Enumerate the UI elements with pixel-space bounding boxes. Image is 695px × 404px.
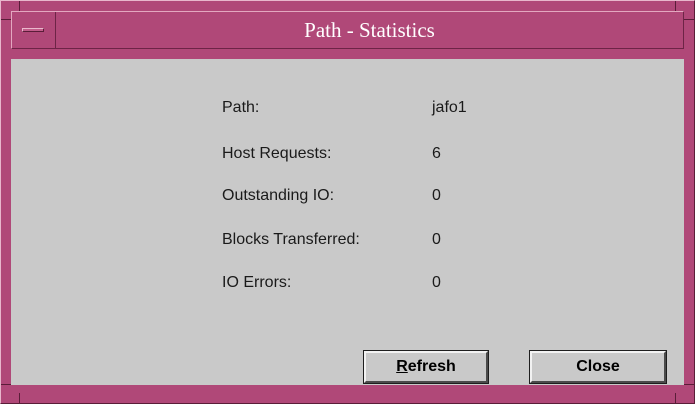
frame-corner-notch — [19, 1, 20, 11]
stat-value: jafo1 — [432, 99, 467, 116]
window-menu-button[interactable] — [12, 12, 56, 48]
refresh-button[interactable]: Refresh — [363, 350, 489, 384]
close-button[interactable]: Close — [529, 350, 667, 384]
refresh-mnemonic: R — [396, 358, 408, 375]
stat-label: Host Requests: — [222, 145, 332, 162]
frame-corner-notch — [684, 384, 694, 385]
title-bar[interactable]: Path - Statistics — [11, 11, 684, 49]
frame-corner-notch — [675, 1, 676, 11]
stat-value: 0 — [432, 231, 441, 248]
dialog-window: Path - Statistics Path: jafo1 Host Reque… — [0, 0, 695, 404]
stat-value: 6 — [432, 145, 441, 162]
stat-value: 0 — [432, 187, 441, 204]
stat-label: Blocks Transferred: — [222, 231, 360, 248]
frame-corner-notch — [675, 393, 676, 403]
frame-corner-notch — [1, 19, 11, 20]
stat-value: 0 — [432, 274, 441, 291]
refresh-label: efresh — [407, 358, 456, 375]
frame-corner-notch — [1, 384, 11, 385]
window-menu-icon — [22, 28, 44, 32]
frame-corner-notch — [684, 19, 694, 20]
window-title: Path - Statistics — [304, 18, 435, 42]
stat-label: Path: — [222, 99, 260, 116]
stat-label: Outstanding IO: — [222, 187, 335, 204]
frame-corner-notch — [19, 393, 20, 403]
stat-label: IO Errors: — [222, 274, 292, 291]
dialog-content: Path: jafo1 Host Requests: 6 Outstanding… — [11, 59, 684, 385]
